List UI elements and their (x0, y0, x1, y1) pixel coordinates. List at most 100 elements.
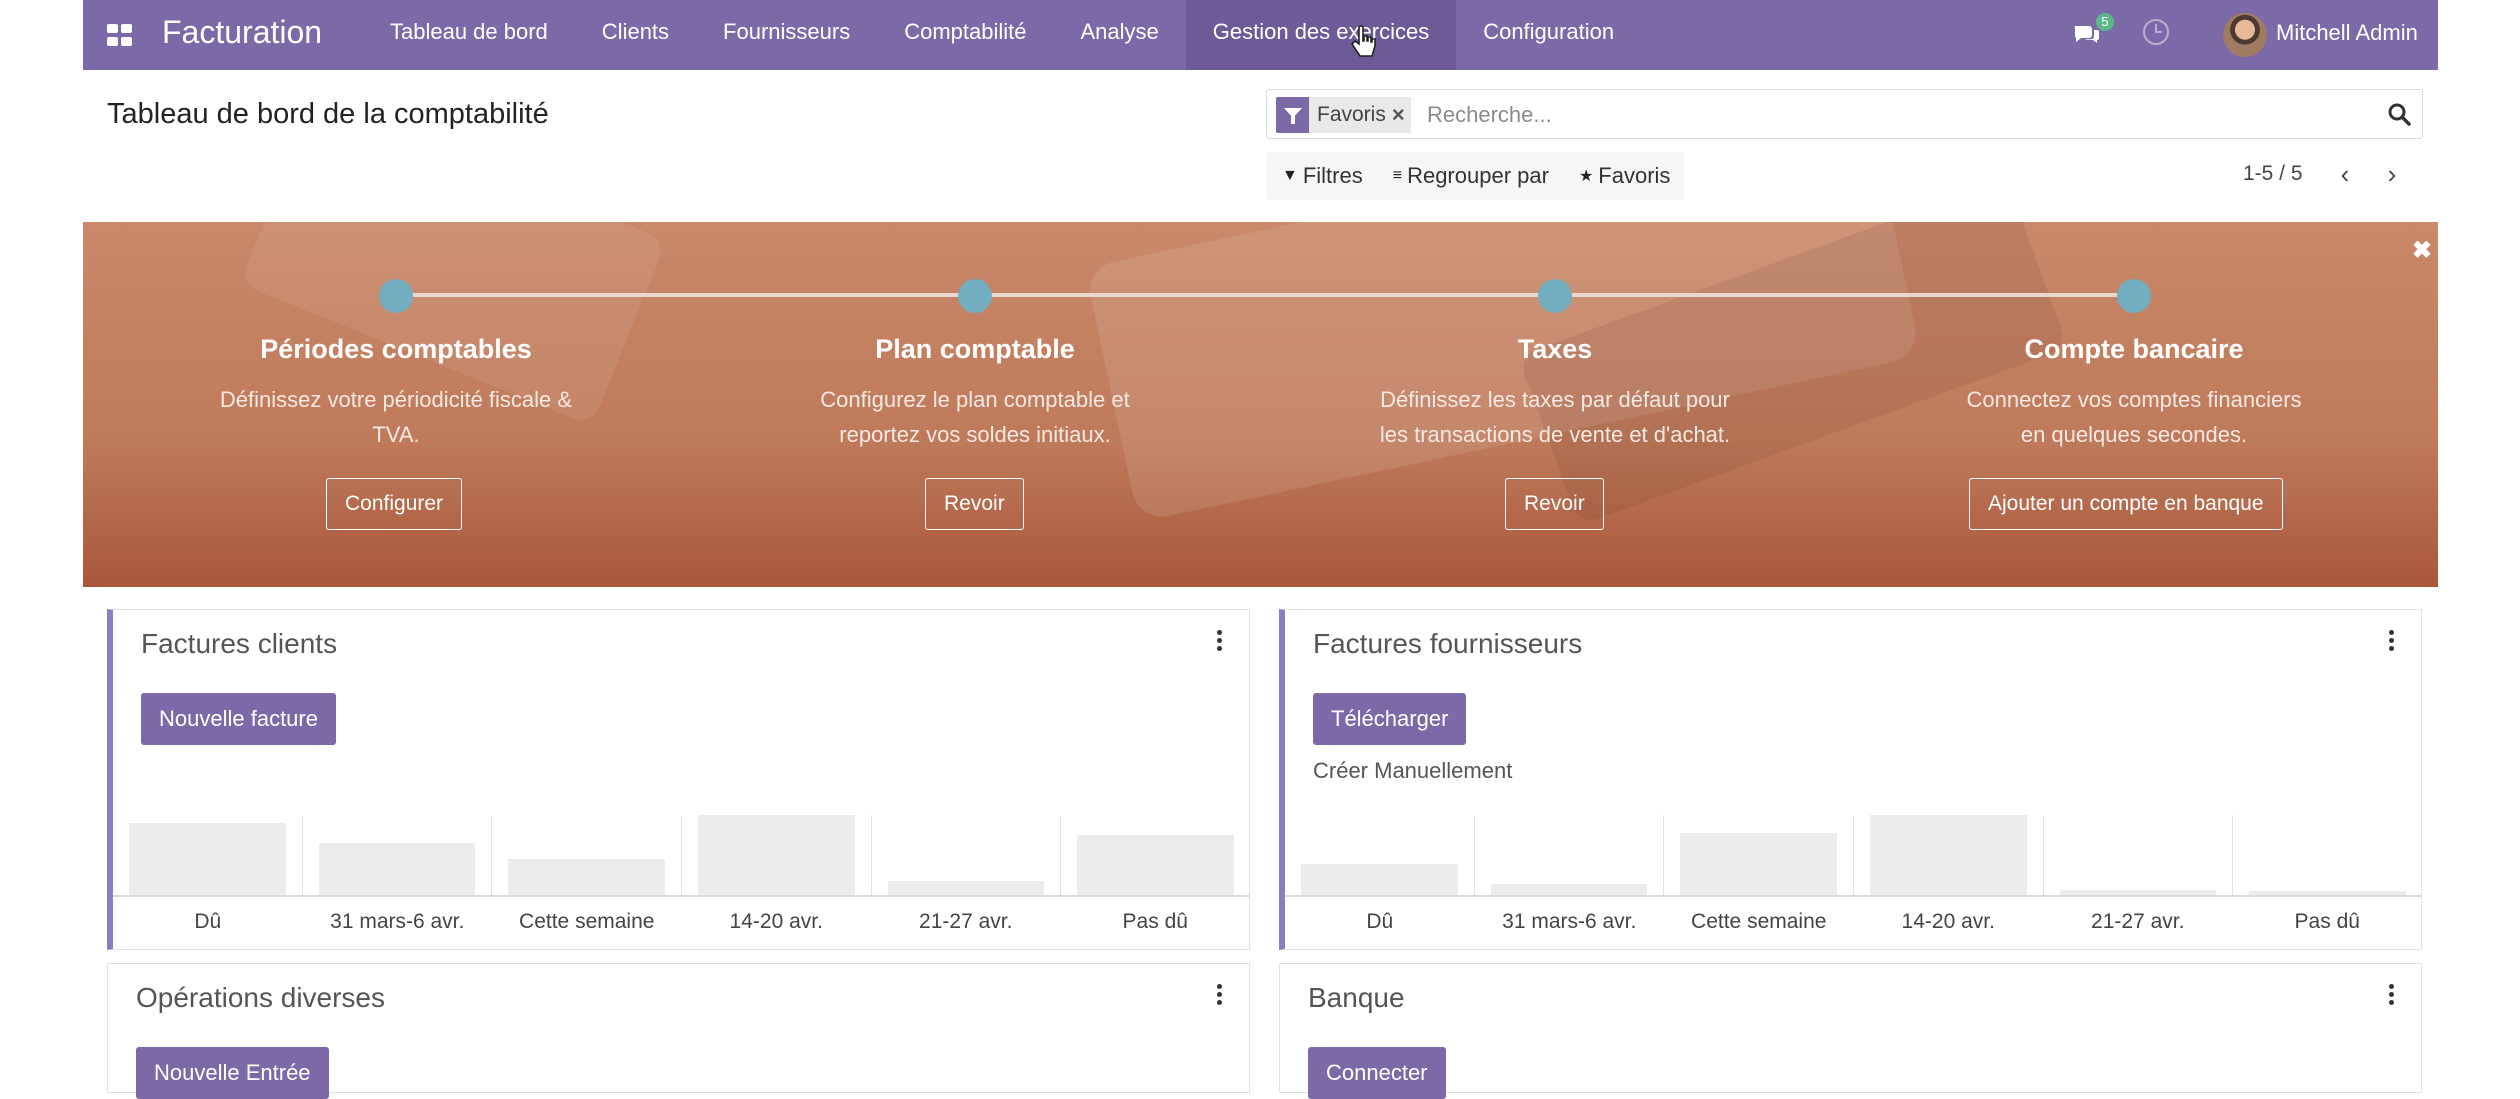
app-brand[interactable]: Facturation (162, 14, 322, 51)
mouse-pointer-icon (1350, 25, 1376, 57)
step-title: Compte bancaire (2024, 334, 2244, 364)
tick-label: 21-27 avr. (919, 910, 1013, 933)
page-title: Tableau de bord de la comptabilité (107, 98, 549, 130)
kebab-menu-icon[interactable] (1217, 630, 1223, 652)
facet-remove-icon[interactable]: × (1392, 102, 1411, 128)
chart-column (681, 815, 871, 895)
bar[interactable] (1490, 884, 1648, 895)
bar[interactable] (129, 823, 286, 895)
main-menu: Tableau de bord Clients Fournisseurs Com… (363, 0, 1641, 70)
tick-label: 14-20 avr. (729, 910, 823, 933)
chart-column (1663, 815, 1853, 895)
search-icon[interactable] (2386, 101, 2412, 127)
chart-column (491, 815, 681, 895)
kebab-menu-icon[interactable] (1217, 984, 1223, 1006)
list-icon: ≡ (1392, 167, 1403, 184)
menu-item-tableau-de-bord[interactable]: Tableau de bord (363, 0, 575, 70)
card-title[interactable]: Banque (1308, 982, 1405, 1014)
step-description-line: reportez vos soldes initiaux. (839, 422, 1111, 447)
bar[interactable] (318, 843, 476, 895)
revoir-taxes-button[interactable]: Revoir (1505, 478, 1604, 530)
bar-chart (1285, 815, 2422, 897)
card-title[interactable]: Opérations diverses (136, 982, 385, 1014)
search-box: Favoris × (1266, 89, 2423, 139)
menu-item-fournisseurs[interactable]: Fournisseurs (696, 0, 877, 70)
connecter-button[interactable]: Connecter (1308, 1047, 1446, 1099)
pager-value[interactable]: 1-5 / 5 (2243, 162, 2303, 186)
card-title[interactable]: Factures fournisseurs (1313, 628, 1582, 660)
journal-card-factures-fournisseurs: Factures fournisseurs Télécharger Créer … (1279, 609, 2422, 950)
journal-card-factures-clients: Factures clients Nouvelle facture Dû 31 … (107, 609, 1250, 950)
chart-column (2042, 815, 2233, 895)
nouvelle-entree-button[interactable]: Nouvelle Entrée (136, 1047, 329, 1099)
configurer-button[interactable]: Configurer (326, 478, 463, 530)
pager-previous-icon[interactable]: ‹ (2333, 161, 2357, 188)
creer-manuellement-link[interactable]: Créer Manuellement (1313, 758, 1512, 784)
step-description-line: Définissez les taxes par défaut pour (1380, 387, 1730, 412)
avatar[interactable] (2223, 13, 2267, 57)
search-facet-favoris[interactable]: Favoris × (1276, 97, 1411, 133)
apps-menu-icon[interactable] (107, 24, 132, 46)
funnel-icon: ▼ (1282, 167, 1298, 184)
close-icon[interactable]: ✖ (2412, 236, 2432, 265)
tick-label: 31 mars-6 avr. (330, 910, 465, 933)
bar[interactable] (1870, 815, 2027, 895)
bar-chart-columns (113, 815, 1250, 895)
menu-item-gestion-des-exercices[interactable]: Gestion des exercices (1185, 0, 1457, 70)
card-title[interactable]: Factures clients (141, 628, 337, 660)
groupby-label: Regrouper par (1407, 163, 1549, 188)
step-dot (379, 279, 413, 313)
chart-column (2232, 815, 2422, 895)
pager-next-icon[interactable]: › (2380, 161, 2404, 188)
journal-card-banque: Banque Connecter (1279, 963, 2422, 1099)
facet-label: Favoris (1317, 103, 1386, 126)
filters-label: Filtres (1302, 163, 1363, 188)
user-name[interactable]: Mitchell Admin (2276, 20, 2418, 46)
telecharger-button[interactable]: Télécharger (1313, 693, 1467, 745)
chart-column (1060, 815, 1250, 895)
step-description-line: Définissez votre périodicité fiscale & (219, 387, 573, 412)
chart-x-labels: Dû 31 mars-6 avr. Cette semaine 14-20 av… (113, 910, 1250, 934)
step-description-line: TVA. (372, 422, 420, 447)
clock-icon[interactable] (2143, 19, 2169, 45)
tick-label: Dû (194, 910, 222, 933)
bar[interactable] (1301, 864, 1458, 895)
bar[interactable] (887, 881, 1045, 895)
tick-label: 14-20 avr. (1901, 910, 1995, 933)
tick-label: Cette semaine (1691, 910, 1827, 933)
bar-chart-columns (1285, 815, 2422, 895)
onboarding-banner: ✖ Périodes comptables Définissez votre p… (83, 222, 2438, 587)
nouvelle-facture-button[interactable]: Nouvelle facture (141, 693, 336, 745)
menu-item-comptabilite[interactable]: Comptabilité (877, 0, 1053, 70)
chart-x-labels: Dû 31 mars-6 avr. Cette semaine 14-20 av… (1285, 910, 2422, 934)
step-description: Connectez vos comptes financiers en quel… (1894, 382, 2374, 452)
kebab-menu-icon[interactable] (2389, 630, 2395, 652)
step-dot (2117, 279, 2151, 313)
chart-baseline (1285, 895, 2422, 897)
filters-dropdown[interactable]: ▼ Filtres (1266, 152, 1377, 200)
menu-item-clients[interactable]: Clients (575, 0, 696, 70)
search-input[interactable] (1427, 97, 2327, 133)
star-icon: ★ (1578, 168, 1594, 185)
step-title: Plan comptable (875, 334, 1075, 364)
bar[interactable] (698, 815, 855, 895)
ajouter-compte-button[interactable]: Ajouter un compte en banque (1969, 478, 2283, 530)
bar[interactable] (1077, 835, 1235, 895)
chart-column (1473, 815, 1664, 895)
kebab-menu-icon[interactable] (2389, 984, 2395, 1006)
bar[interactable] (1680, 833, 1838, 895)
top-navbar: Facturation Tableau de bord Clients Four… (83, 0, 2438, 70)
step-title: Taxes (1517, 334, 1593, 364)
bar[interactable] (508, 859, 666, 895)
journal-card-operations-diverses: Opérations diverses Nouvelle Entrée (107, 963, 1250, 1099)
step-dot (958, 279, 992, 313)
tick-label: Pas dû (1122, 910, 1188, 933)
menu-item-analyse[interactable]: Analyse (1053, 0, 1185, 70)
favorites-dropdown[interactable]: ★ Favoris (1563, 152, 1684, 200)
revoir-plan-button[interactable]: Revoir (925, 478, 1024, 530)
chart-column (870, 815, 1061, 895)
chart-column (113, 815, 302, 895)
groupby-dropdown[interactable]: ≡ Regrouper par (1377, 152, 1563, 200)
step-description-line: Configurez le plan comptable et (820, 387, 1130, 412)
menu-item-configuration[interactable]: Configuration (1456, 0, 1641, 70)
